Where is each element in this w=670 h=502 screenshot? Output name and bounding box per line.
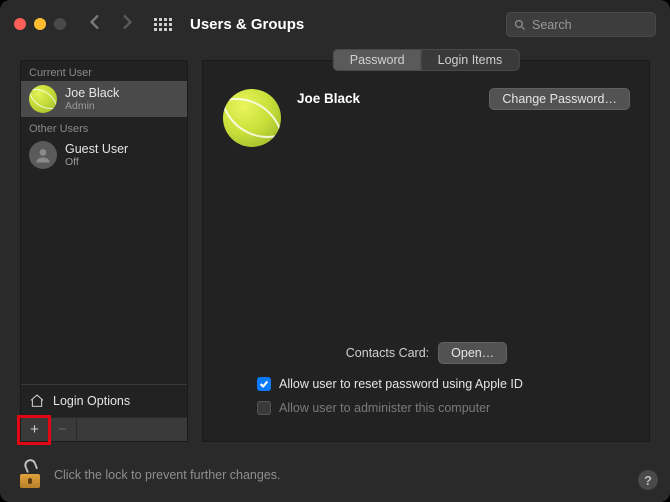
search-icon <box>514 19 526 31</box>
current-user-section-label: Current User <box>21 61 187 81</box>
checkbox-unchecked-icon <box>257 401 271 415</box>
allow-administer-checkbox-row: Allow user to administer this computer <box>223 401 629 415</box>
current-user-name: Joe Black <box>65 86 119 100</box>
plus-icon: + <box>30 421 39 438</box>
login-options-button[interactable]: Login Options <box>21 385 187 417</box>
avatar-tennis-ball-icon <box>29 85 57 113</box>
guest-user-name: Guest User <box>65 142 128 156</box>
main-user-name: Joe Black <box>297 89 474 106</box>
lock-hint-text: Click the lock to prevent further change… <box>54 468 281 482</box>
lock-unlocked-icon[interactable] <box>20 462 42 488</box>
sidebar-item-guest-user[interactable]: Guest User Off <box>21 137 187 173</box>
change-password-button[interactable]: Change Password… <box>490 89 629 109</box>
search-input[interactable]: Search <box>506 12 656 37</box>
tab-password[interactable]: Password <box>334 50 421 70</box>
home-icon <box>29 393 45 409</box>
nav-back-icon[interactable] <box>88 15 102 34</box>
allow-administer-label: Allow user to administer this computer <box>279 401 490 415</box>
window-title: Users & Groups <box>190 16 304 33</box>
allow-reset-password-checkbox-row[interactable]: Allow user to reset password using Apple… <box>223 377 629 391</box>
checkbox-checked-icon <box>257 377 271 391</box>
guest-user-role: Off <box>65 156 128 168</box>
zoom-window-button[interactable] <box>54 18 66 30</box>
remove-user-button[interactable]: − <box>49 418 77 441</box>
sidebar-item-current-user[interactable]: Joe Black Admin <box>21 81 187 117</box>
minimize-window-button[interactable] <box>34 18 46 30</box>
nav-forward-icon[interactable] <box>120 15 134 34</box>
close-window-button[interactable] <box>14 18 26 30</box>
login-options-label: Login Options <box>53 394 130 408</box>
preferences-window: Users & Groups Search Current User Joe B… <box>0 0 670 502</box>
minus-icon: − <box>58 421 67 438</box>
open-contacts-card-button[interactable]: Open… <box>439 343 506 363</box>
show-all-icon[interactable] <box>154 18 172 31</box>
user-avatar-tennis-ball-icon[interactable] <box>223 89 281 147</box>
user-sidebar: Current User Joe Black Admin Other Users… <box>20 60 188 442</box>
add-user-button[interactable]: + <box>21 418 49 441</box>
contacts-card-label: Contacts Card: <box>346 346 429 360</box>
main-panel: Password Login Items Joe Black Change Pa… <box>202 60 650 442</box>
add-remove-toolbar: + − <box>21 417 187 441</box>
allow-reset-password-label: Allow user to reset password using Apple… <box>279 377 523 391</box>
search-placeholder: Search <box>532 18 572 32</box>
footer: Click the lock to prevent further change… <box>20 462 650 488</box>
titlebar: Users & Groups Search <box>0 0 670 48</box>
tab-bar: Password Login Items <box>333 49 520 71</box>
traffic-lights <box>14 18 66 30</box>
help-button[interactable]: ? <box>638 470 658 490</box>
tab-login-items[interactable]: Login Items <box>421 50 519 70</box>
avatar-generic-icon <box>29 141 57 169</box>
other-users-section-label: Other Users <box>21 117 187 137</box>
current-user-role: Admin <box>65 100 119 112</box>
